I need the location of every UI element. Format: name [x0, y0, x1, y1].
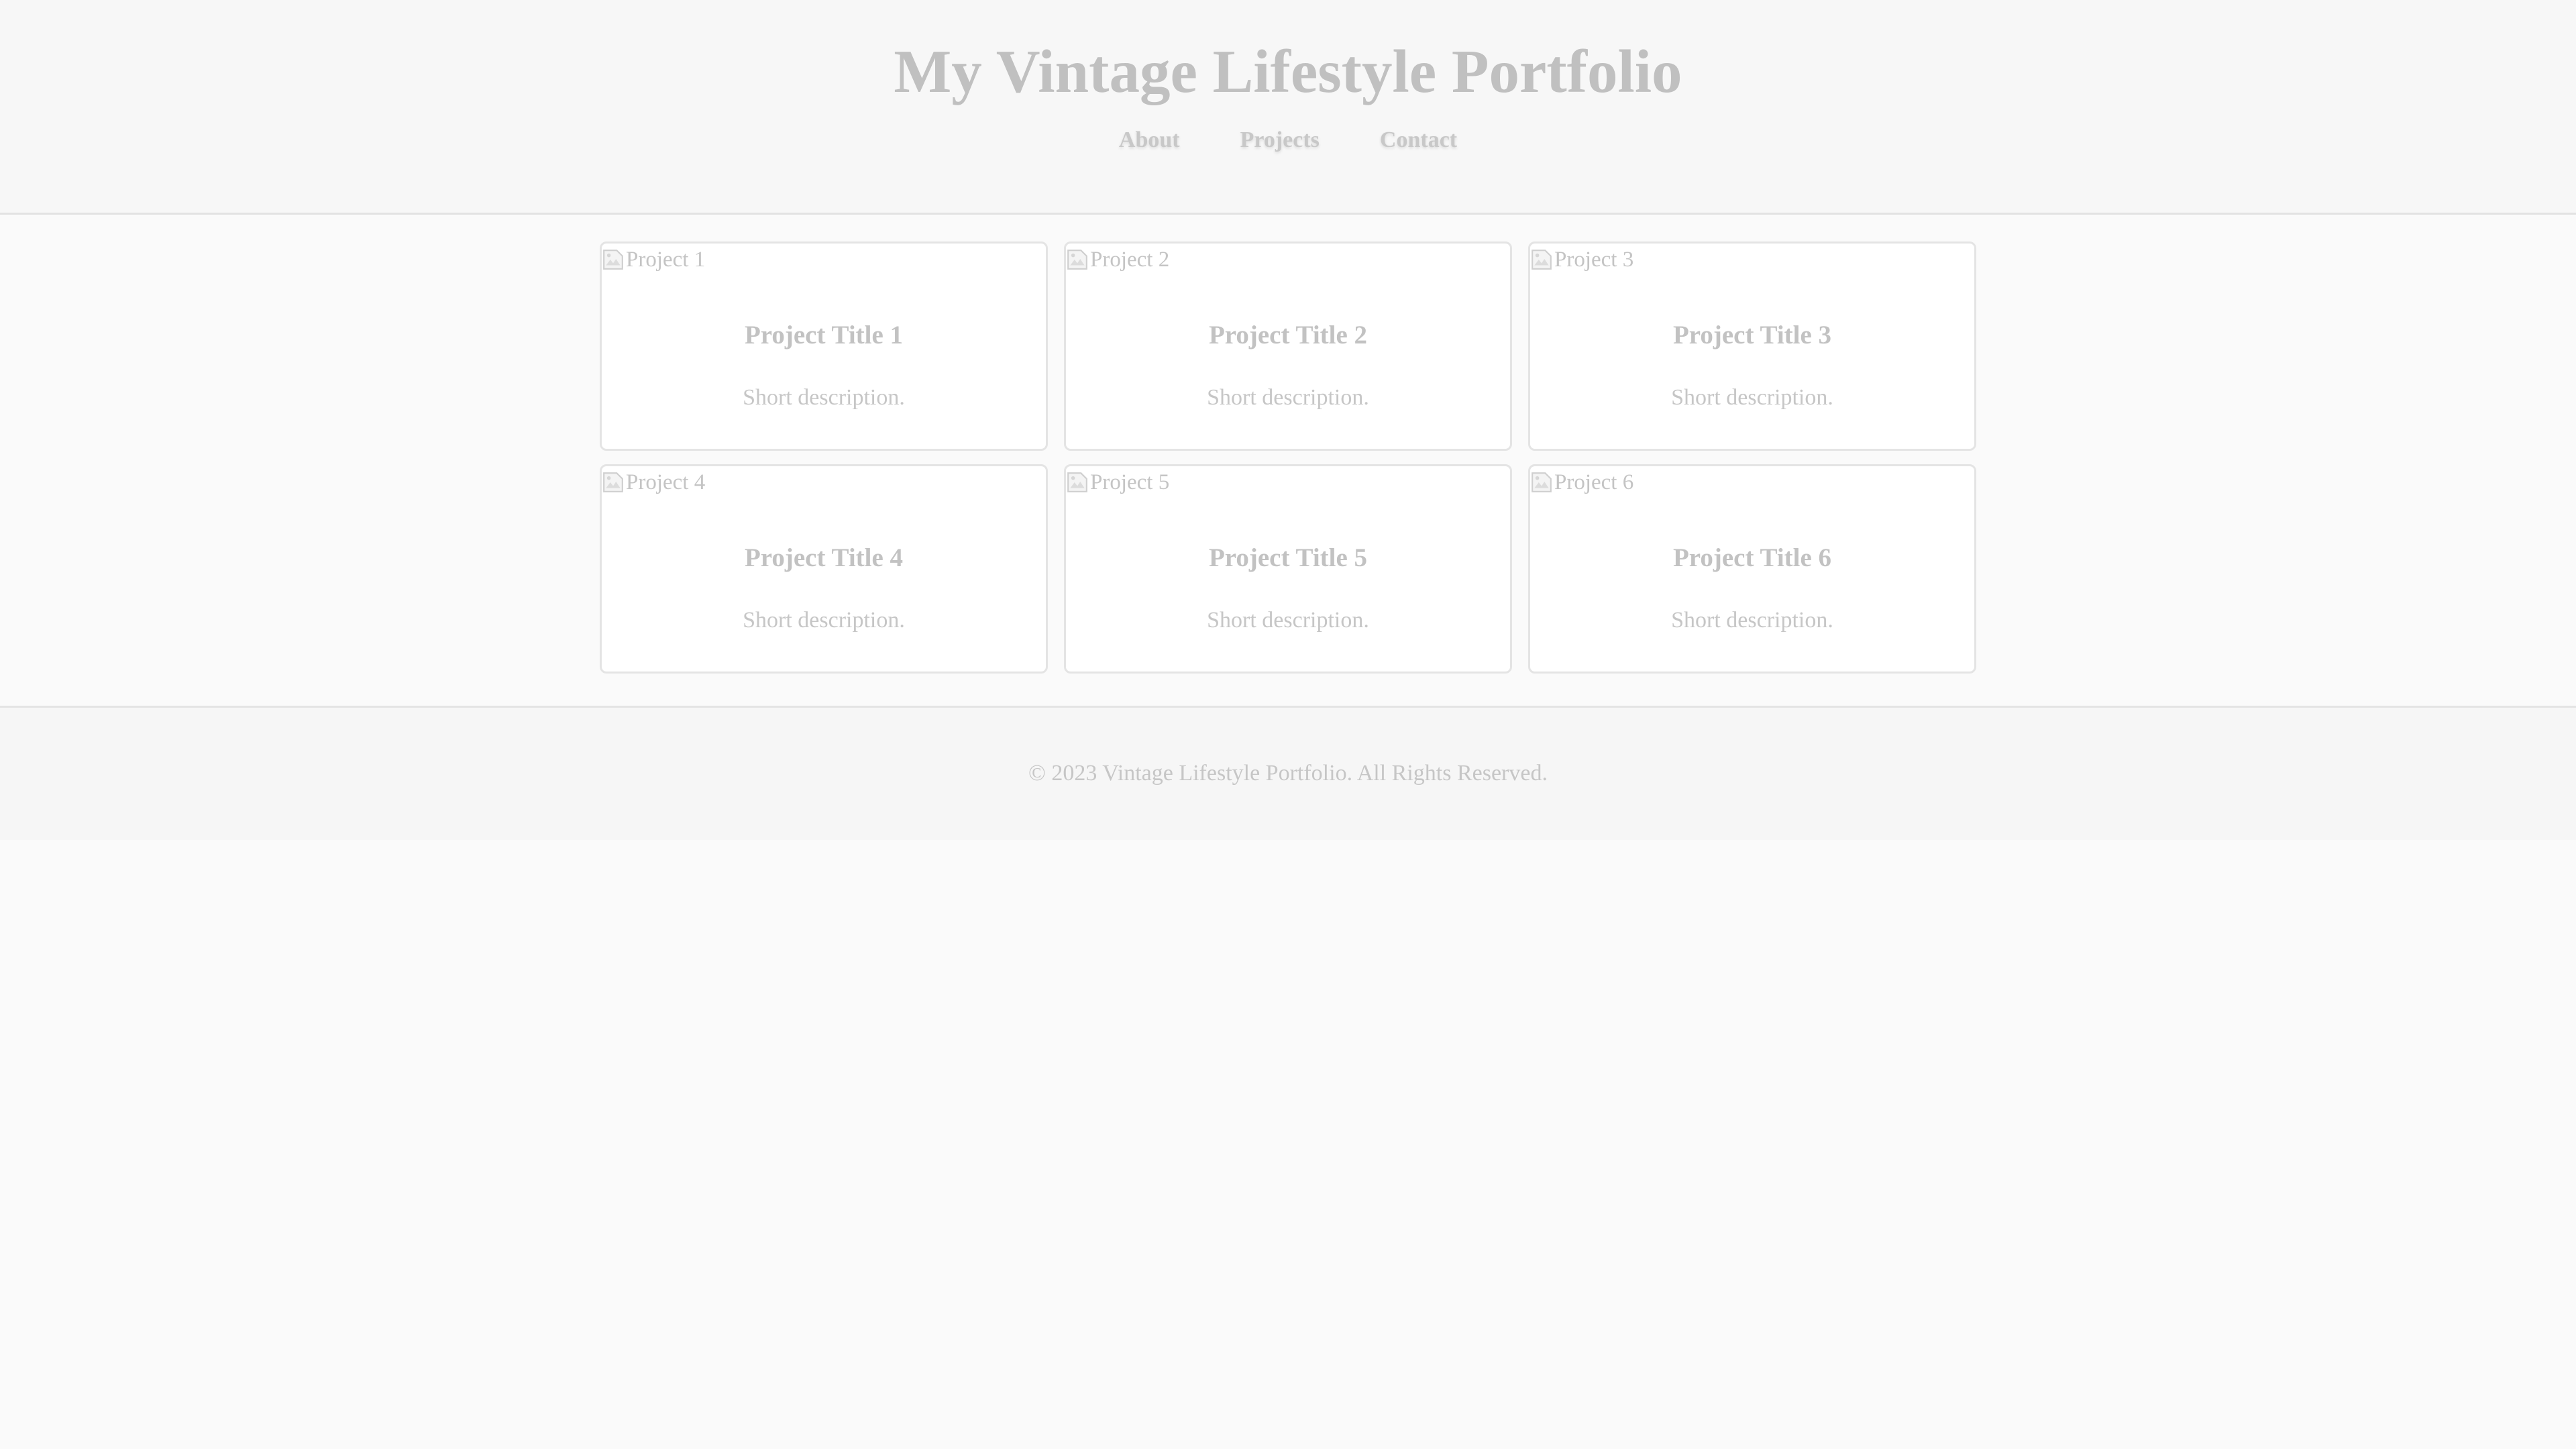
project-title: Project Title 2 [1208, 321, 1368, 350]
image-alt-text: Project 2 [1090, 248, 1170, 272]
nav-link-projects[interactable]: Projects [1240, 127, 1320, 153]
broken-image-icon [1066, 248, 1089, 271]
site-header: My Vintage Lifestyle Portfolio About Pro… [0, 0, 2576, 215]
copyright-text: © 2023 Vintage Lifestyle Portfolio. All … [1028, 761, 1548, 786]
project-image: Project 3 [1530, 244, 1633, 276]
project-description: Short description. [1671, 608, 1833, 633]
project-image: Project 2 [1066, 244, 1169, 276]
project-title: Project Title 6 [1672, 543, 1832, 572]
site-footer: © 2023 Vintage Lifestyle Portfolio. All … [0, 706, 2576, 840]
project-card[interactable]: Project 4 Project Title 4 Short descript… [600, 464, 1048, 674]
project-card[interactable]: Project 3 Project Title 3 Short descript… [1528, 241, 1976, 451]
project-card[interactable]: Project 6 Project Title 6 Short descript… [1528, 464, 1976, 674]
main-nav: About Projects Contact [0, 127, 2576, 153]
image-alt-text: Project 6 [1554, 470, 1634, 494]
image-alt-text: Project 3 [1554, 248, 1634, 272]
broken-image-icon [1066, 471, 1089, 494]
broken-image-icon [1530, 471, 1553, 494]
project-card[interactable]: Project 2 Project Title 2 Short descript… [1064, 241, 1512, 451]
project-image: Project 1 [602, 244, 705, 276]
nav-link-about[interactable]: About [1119, 127, 1180, 153]
image-alt-text: Project 5 [1090, 470, 1170, 494]
site-title: My Vintage Lifestyle Portfolio [894, 38, 1682, 105]
broken-image-icon [602, 248, 625, 271]
project-description: Short description. [743, 608, 905, 633]
project-image: Project 4 [602, 466, 705, 498]
project-description: Short description. [1207, 385, 1369, 410]
project-title: Project Title 4 [744, 543, 904, 572]
project-description: Short description. [1671, 385, 1833, 410]
project-title: Project Title 5 [1208, 543, 1368, 572]
project-description: Short description. [743, 385, 905, 410]
broken-image-icon [602, 471, 625, 494]
project-title: Project Title 1 [744, 321, 904, 350]
project-image: Project 6 [1530, 466, 1633, 498]
broken-image-icon [1530, 248, 1553, 271]
project-image: Project 5 [1066, 466, 1169, 498]
image-alt-text: Project 1 [626, 248, 706, 272]
project-title: Project Title 3 [1672, 321, 1832, 350]
project-card[interactable]: Project 5 Project Title 5 Short descript… [1064, 464, 1512, 674]
nav-link-contact[interactable]: Contact [1380, 127, 1457, 153]
project-grid: Project 1 Project Title 1 Short descript… [600, 215, 1976, 706]
project-description: Short description. [1207, 608, 1369, 633]
image-alt-text: Project 4 [626, 470, 706, 494]
project-card[interactable]: Project 1 Project Title 1 Short descript… [600, 241, 1048, 451]
